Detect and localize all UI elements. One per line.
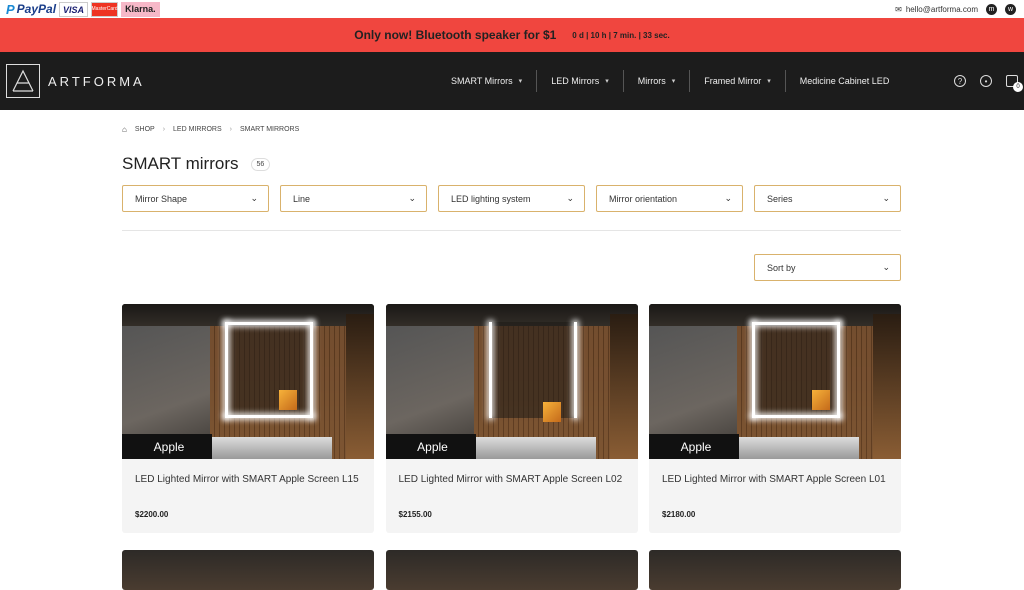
chevron-down-icon: ▾ — [518, 78, 523, 85]
filter-label: Line — [293, 193, 311, 204]
title-row: SMART mirrors 56 — [122, 154, 901, 174]
product-title[interactable]: LED Lighted Mirror with SMART Apple Scre… — [135, 473, 361, 499]
klarna-logo: Klarna. — [121, 1, 160, 17]
product-card-partial[interactable] — [122, 550, 374, 590]
mail-icon: ✉ — [895, 4, 902, 14]
top-bar: P PayPal VISA MasterCard Klarna. ✉ hello@… — [0, 0, 1024, 18]
product-grid: Apple LED Lighted Mirror with SMART Appl… — [122, 304, 901, 533]
chevron-down-icon: ⌄ — [250, 193, 258, 203]
whatsapp-icon[interactable]: w — [1005, 3, 1016, 15]
product-price: $2155.00 — [398, 510, 432, 519]
user-icon[interactable]: • — [980, 75, 992, 87]
product-card-partial[interactable] — [649, 550, 901, 590]
apple-badge: Apple — [649, 434, 739, 459]
product-card[interactable]: Apple LED Lighted Mirror with SMART Appl… — [122, 304, 374, 533]
breadcrumb-separator-icon: › — [229, 126, 232, 133]
product-count-badge: 56 — [250, 157, 271, 171]
chevron-down-icon: ▾ — [671, 78, 676, 85]
page-title: SMART mirrors — [122, 154, 239, 173]
product-grid-row-2 — [122, 550, 901, 590]
nav-menu: SMART Mirrors ▾ LED Mirrors ▾ Mirrors ▾ Fra… — [437, 52, 903, 110]
nav-item-mirrors[interactable]: Mirrors ▾ — [624, 70, 691, 92]
badge-label: Apple — [153, 439, 185, 454]
promo-timer: 0 d | 10 h | 7 min. | 33 sec. — [572, 30, 670, 40]
chevron-down-icon: ▾ — [767, 78, 771, 85]
product-price: $2200.00 — [135, 510, 169, 519]
sort-row: Sort by ⌄ — [122, 254, 901, 281]
logo[interactable]: ARTFORMA — [6, 64, 145, 98]
messenger-icon[interactable]: m — [986, 3, 997, 15]
logo-mark-icon — [6, 64, 40, 98]
product-image[interactable]: Apple — [122, 304, 374, 459]
chevron-down-icon: ⌄ — [724, 193, 732, 203]
nav-label: Medicine Cabinet LED — [799, 76, 890, 86]
breadcrumb-shop[interactable]: SHOP — [135, 126, 155, 133]
chevron-down-icon: ⌄ — [882, 193, 890, 203]
badge-label: Apple — [417, 439, 448, 454]
product-card-partial[interactable] — [385, 550, 638, 590]
badge-label: Apple — [680, 439, 712, 454]
breadcrumb: ⌂ SHOP › LED MIRRORS › SMART MIRRORS — [122, 125, 901, 134]
filter-line[interactable]: Line ⌄ — [280, 185, 427, 212]
filter-mirror-shape[interactable]: Mirror Shape ⌄ — [122, 185, 269, 212]
product-image[interactable]: Apple — [385, 304, 638, 459]
filter-label: Series — [767, 193, 793, 204]
apple-badge: Apple — [122, 434, 212, 459]
nav-label: Framed Mirror — [704, 76, 762, 86]
filter-led-lighting[interactable]: LED lighting system ⌄ — [438, 185, 585, 212]
nav-icons: ? • 0 — [954, 75, 1023, 92]
nav-label: SMART Mirrors — [451, 76, 513, 86]
help-icon[interactable]: ? — [954, 75, 966, 87]
breadcrumb-separator-icon: › — [162, 126, 166, 133]
product-price: $2180.00 — [662, 510, 696, 519]
paypal-logo: P PayPal — [6, 1, 57, 17]
email-link[interactable]: ✉ hello@artforma.com — [895, 5, 978, 14]
nav-label: LED Mirrors — [551, 76, 600, 86]
breadcrumb-led-mirrors[interactable]: LED MIRRORS — [173, 126, 222, 133]
promo-message: Only now! Bluetooth speaker for $1 — [354, 28, 557, 42]
nav-item-framed-mirror[interactable]: Framed Mirror ▾ — [690, 70, 786, 92]
filter-label: LED lighting system — [451, 193, 531, 204]
logo-text: ARTFORMA — [48, 73, 145, 89]
chevron-down-icon: ⌄ — [882, 262, 890, 272]
filter-label: Mirror orientation — [609, 193, 678, 204]
payment-methods: P PayPal VISA MasterCard Klarna. — [6, 1, 160, 17]
filter-label: Mirror Shape — [135, 193, 188, 204]
sort-label: Sort by — [767, 262, 796, 273]
main-nav: ARTFORMA SMART Mirrors ▾ LED Mirrors ▾ Mir… — [0, 52, 1024, 110]
apple-badge: Apple — [385, 434, 476, 459]
chevron-down-icon: ▾ — [605, 78, 609, 85]
mastercard-logo: MasterCard — [91, 1, 119, 17]
filter-mirror-orientation[interactable]: Mirror orientation ⌄ — [596, 185, 743, 212]
chevron-down-icon: ⌄ — [566, 193, 574, 203]
main-content: ⌂ SHOP › LED MIRRORS › SMART MIRRORS SMA… — [122, 110, 901, 590]
chevron-down-icon: ⌄ — [408, 193, 416, 203]
product-title[interactable]: LED Lighted Mirror with SMART Apple Scre… — [399, 473, 625, 499]
visa-logo: VISA — [59, 1, 89, 17]
nav-item-medicine-cabinet[interactable]: Medicine Cabinet LED — [786, 70, 904, 92]
email-text: hello@artforma.com — [905, 4, 978, 14]
nav-label: Mirrors — [637, 76, 666, 86]
product-card[interactable]: Apple LED Lighted Mirror with SMART Appl… — [385, 304, 638, 533]
product-card[interactable]: Apple LED Lighted Mirror with SMART Appl… — [649, 304, 901, 533]
cart-count-badge: 0 — [1013, 82, 1023, 92]
sort-select[interactable]: Sort by ⌄ — [754, 254, 901, 281]
nav-item-smart-mirrors[interactable]: SMART Mirrors ▾ — [437, 70, 538, 92]
filter-bar: Mirror Shape ⌄ Line ⌄ LED lighting system ⌄… — [122, 185, 901, 212]
cart-icon[interactable]: 0 — [1006, 75, 1023, 92]
home-icon[interactable]: ⌂ — [122, 125, 127, 134]
filter-series[interactable]: Series ⌄ — [754, 185, 901, 212]
nav-item-led-mirrors[interactable]: LED Mirrors ▾ — [537, 70, 624, 92]
promo-banner[interactable]: Only now! Bluetooth speaker for $1 0 d |… — [0, 18, 1024, 52]
divider — [122, 230, 901, 231]
contact-links: ✉ hello@artforma.com m w — [895, 3, 1016, 15]
product-title[interactable]: LED Lighted Mirror with SMART Apple Scre… — [662, 473, 888, 499]
breadcrumb-smart-mirrors: SMART MIRRORS — [240, 126, 300, 133]
product-image[interactable]: Apple — [649, 304, 901, 459]
